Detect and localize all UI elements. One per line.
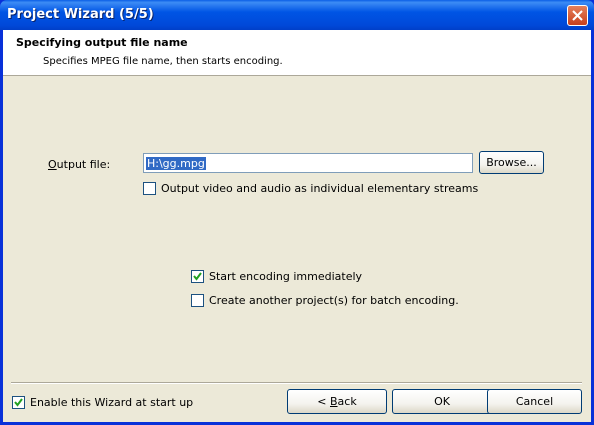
step-description: Specifies MPEG file name, then starts en… — [43, 56, 283, 67]
cancel-button[interactable]: Cancel — [487, 389, 582, 414]
step-title: Specifying output file name — [16, 36, 188, 49]
back-button[interactable]: < Back — [287, 389, 387, 414]
browse-button[interactable]: Browse... — [479, 151, 544, 174]
enable-wizard-label: Enable this Wizard at start up — [30, 396, 194, 409]
elementary-streams-label: Output video and audio as individual ele… — [161, 182, 479, 195]
checkmark-icon — [193, 272, 202, 281]
ok-button[interactable]: OK — [392, 389, 492, 414]
back-label-rest: ack — [337, 395, 357, 408]
output-file-label: Output file: — [48, 158, 111, 171]
enable-wizard-checkbox[interactable] — [12, 396, 25, 409]
back-label-mnemonic: B — [330, 395, 338, 408]
title-bar[interactable]: Project Wizard (5/5) — [0, 0, 594, 30]
checkmark-icon — [14, 398, 23, 407]
back-arrow: < — [317, 395, 327, 408]
batch-encoding-checkbox[interactable] — [191, 294, 204, 307]
wizard-window: Project Wizard (5/5) Specifying output f… — [0, 0, 594, 425]
window-frame-left — [0, 30, 3, 425]
start-encoding-label: Start encoding immediately — [209, 270, 363, 283]
footer-separator — [11, 382, 582, 384]
start-encoding-checkbox[interactable] — [191, 270, 204, 283]
close-icon — [572, 10, 583, 21]
wizard-header: Specifying output file name Specifies MP… — [3, 30, 591, 76]
elementary-streams-checkbox[interactable] — [143, 182, 156, 195]
output-file-value: H:\gg.mpg — [146, 157, 206, 170]
close-button[interactable] — [567, 5, 588, 26]
dialog-body: Specifying output file name Specifies MP… — [3, 30, 591, 422]
batch-encoding-label: Create another project(s) for batch enco… — [209, 294, 459, 307]
output-file-input[interactable]: H:\gg.mpg — [143, 153, 473, 173]
output-file-label-text: utput file: — [56, 158, 111, 171]
window-title: Project Wizard (5/5) — [7, 7, 154, 22]
